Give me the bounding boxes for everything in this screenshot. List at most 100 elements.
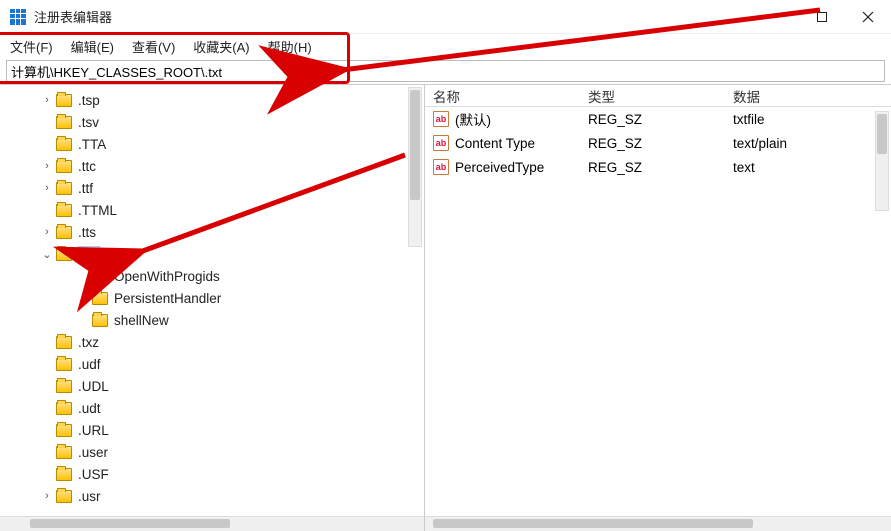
horizontal-scrollbars — [0, 516, 891, 531]
value-row[interactable]: ab PerceivedType REG_SZtext — [425, 155, 891, 179]
tree-item[interactable]: › .ttf — [0, 177, 424, 199]
tree-item[interactable]: ·.TTML — [0, 199, 424, 221]
tree-pane[interactable]: ›.tsp·.tsv·.TTA › .ttc › .ttf ·.TTML › .tts ⌄ .tx… — [0, 85, 425, 516]
menu-help[interactable]: 帮助(H) — [268, 37, 312, 56]
address-path: 计算机\HKEY_CLASSES_ROOT\.txt — [11, 62, 222, 81]
tree-item-label: shellNew — [114, 313, 169, 328]
folder-icon — [56, 490, 72, 503]
tree-item-label: .udt — [78, 401, 101, 416]
value-type: REG_SZ — [580, 136, 725, 151]
tree-item[interactable]: ⌄ .txt — [0, 243, 424, 265]
tree-item[interactable]: ·.URL — [0, 419, 424, 441]
chevron-right-icon[interactable]: › — [40, 94, 54, 106]
maximize-button[interactable] — [799, 0, 845, 34]
tree-item-label: .tsv — [78, 115, 99, 130]
menu-bar: 文件(F) 编辑(E) 查看(V) 收藏夹(A) 帮助(H) — [0, 34, 891, 58]
tree-vertical-scrollbar[interactable] — [408, 87, 422, 247]
tree-item[interactable]: › .tts — [0, 221, 424, 243]
tree-item-label: .udf — [78, 357, 101, 372]
tree-item-label: .tts — [78, 225, 96, 240]
folder-icon — [56, 182, 72, 195]
folder-icon — [56, 160, 72, 173]
folder-icon — [92, 314, 108, 327]
address-bar[interactable]: 计算机\HKEY_CLASSES_ROOT\.txt — [6, 60, 885, 82]
tree-item[interactable]: ·.udt — [0, 397, 424, 419]
string-value-icon: ab — [433, 159, 449, 175]
values-vertical-scrollbar[interactable] — [875, 111, 889, 211]
folder-icon — [56, 336, 72, 349]
tree-item-label: .ttf — [78, 181, 93, 196]
tree-horizontal-scrollbar[interactable] — [0, 516, 425, 531]
tree-item[interactable]: ›.usr — [0, 485, 424, 507]
tree-item[interactable]: ·shellNew — [0, 309, 424, 331]
folder-icon — [56, 204, 72, 217]
folder-icon — [56, 248, 72, 261]
value-row[interactable]: ab (默认) REG_SZtxtfile — [425, 107, 891, 131]
value-name: (默认) — [455, 109, 491, 129]
tree-item-label: .TTML — [78, 203, 117, 218]
folder-icon — [56, 380, 72, 393]
chevron-right-icon[interactable]: › — [40, 160, 54, 172]
tree-item[interactable]: ·PersistentHandler — [0, 287, 424, 309]
folder-icon — [56, 446, 72, 459]
column-name[interactable]: 名称 — [425, 86, 580, 106]
column-type[interactable]: 类型 — [580, 86, 725, 106]
tree-item[interactable]: ·OpenWithProgids — [0, 265, 424, 287]
value-name: Content Type — [455, 136, 535, 151]
tree-item[interactable]: ·.UDL — [0, 375, 424, 397]
tree-item-label: .UDL — [78, 379, 109, 394]
chevron-down-icon[interactable]: ⌄ — [40, 248, 54, 261]
tree-item[interactable]: ›.tsp — [0, 89, 424, 111]
tree-item[interactable]: ·.user — [0, 441, 424, 463]
folder-icon — [56, 138, 72, 151]
tree-item-label: .ttc — [78, 159, 96, 174]
value-row[interactable]: ab Content Type REG_SZtext/plain — [425, 131, 891, 155]
tree-item-label: .URL — [78, 423, 109, 438]
title-bar: 注册表编辑器 — [0, 0, 891, 34]
values-horizontal-scrollbar[interactable] — [425, 516, 891, 531]
value-data: text — [725, 160, 891, 175]
tree-item-label: .txz — [78, 335, 99, 350]
tree-item-label: PersistentHandler — [114, 291, 221, 306]
value-data: txtfile — [725, 112, 891, 127]
menu-view[interactable]: 查看(V) — [132, 37, 175, 56]
folder-icon — [56, 358, 72, 371]
tree-item[interactable]: ·.USF — [0, 463, 424, 485]
values-header: 名称 类型 数据 — [425, 85, 891, 107]
tree-item-label: .USF — [78, 467, 109, 482]
string-value-icon: ab — [433, 111, 449, 127]
folder-icon — [56, 116, 72, 129]
value-type: REG_SZ — [580, 160, 725, 175]
column-data[interactable]: 数据 — [725, 86, 891, 106]
folder-icon — [56, 94, 72, 107]
value-data: text/plain — [725, 136, 891, 151]
tree-item-label: .user — [78, 445, 108, 460]
tree-item[interactable]: ·.txz — [0, 331, 424, 353]
tree-item-label: OpenWithProgids — [114, 269, 220, 284]
string-value-icon: ab — [433, 135, 449, 151]
chevron-right-icon[interactable]: › — [40, 490, 54, 502]
value-type: REG_SZ — [580, 112, 725, 127]
chevron-right-icon[interactable]: › — [40, 226, 54, 238]
tree-item-label: .TTA — [78, 137, 106, 152]
folder-icon — [56, 402, 72, 415]
folder-icon — [92, 270, 108, 283]
tree-item[interactable]: ·.tsv — [0, 111, 424, 133]
folder-icon — [56, 468, 72, 481]
values-pane[interactable]: 名称 类型 数据 ab(默认)REG_SZtxtfileabContent Ty… — [425, 85, 891, 516]
tree-item[interactable]: › .ttc — [0, 155, 424, 177]
value-name: PerceivedType — [455, 160, 544, 175]
folder-icon — [92, 292, 108, 305]
close-button[interactable] — [845, 0, 891, 34]
minimize-button[interactable] — [753, 0, 799, 34]
window-title: 注册表编辑器 — [34, 7, 112, 26]
menu-file[interactable]: 文件(F) — [10, 37, 53, 56]
app-icon — [10, 9, 26, 25]
tree-item[interactable]: ·.TTA — [0, 133, 424, 155]
chevron-right-icon[interactable]: › — [40, 182, 54, 194]
menu-edit[interactable]: 编辑(E) — [71, 37, 114, 56]
folder-icon — [56, 424, 72, 437]
tree-item[interactable]: ·.udf — [0, 353, 424, 375]
tree-item-label: .txt — [78, 247, 100, 262]
menu-favorites[interactable]: 收藏夹(A) — [193, 37, 249, 56]
